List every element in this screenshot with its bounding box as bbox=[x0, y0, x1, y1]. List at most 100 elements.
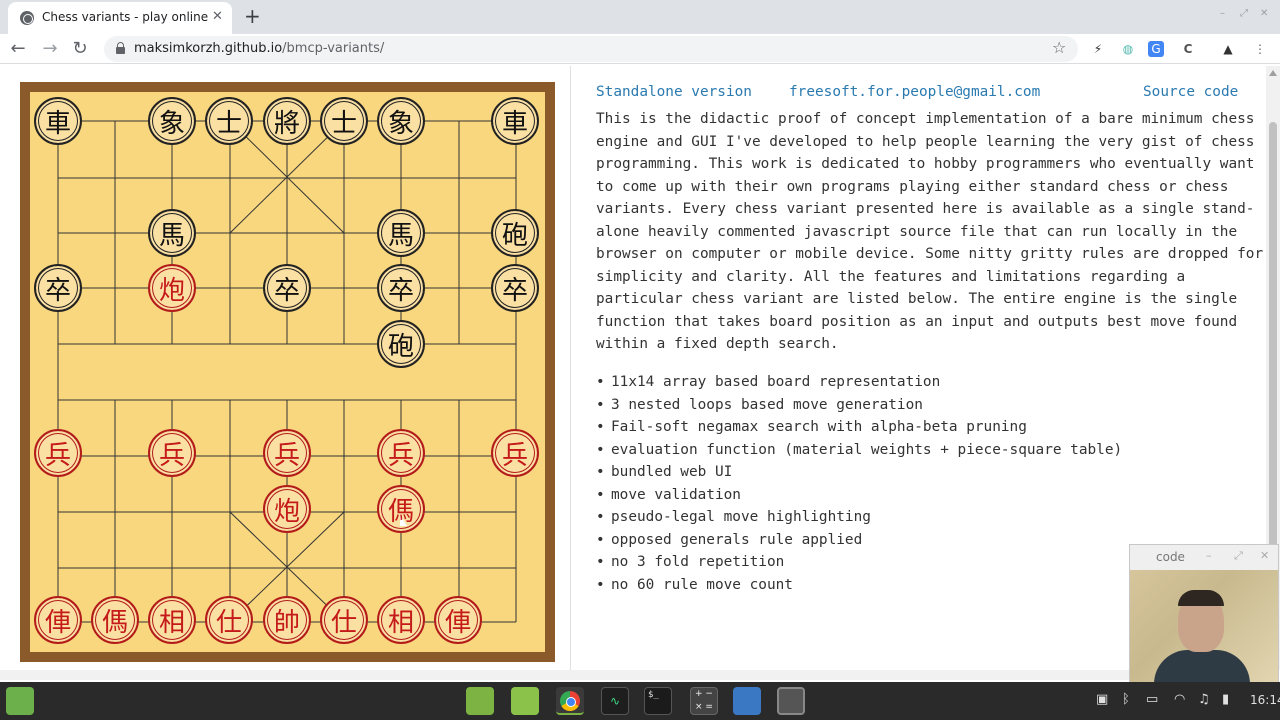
reload-icon[interactable]: ↻ bbox=[70, 38, 90, 59]
bolt-extension-icon[interactable]: ⚡ bbox=[1090, 41, 1106, 57]
camera-icon[interactable] bbox=[733, 687, 761, 715]
battery-icon[interactable]: ▮ bbox=[1222, 692, 1229, 707]
chrome-icon[interactable] bbox=[556, 687, 584, 715]
black-advisor[interactable]: 士 bbox=[205, 97, 253, 145]
forward-icon[interactable]: → bbox=[40, 38, 60, 59]
list-item: 3 nested loops based move generation bbox=[596, 394, 1122, 417]
features-list: 11x14 array based board representation 3… bbox=[596, 371, 1122, 596]
red-cannon[interactable]: 炮 bbox=[148, 264, 196, 312]
xiangqi-board[interactable] bbox=[30, 92, 545, 652]
clock[interactable]: 16:14 bbox=[1250, 693, 1280, 707]
url-text[interactable]: maksimkorzh.github.io/bmcp-variants/ bbox=[134, 41, 384, 56]
list-item: Fail-soft negamax search with alpha-beta… bbox=[596, 416, 1122, 439]
list-item: evaluation function (material weights + … bbox=[596, 439, 1122, 462]
red-elephant[interactable]: 相 bbox=[377, 596, 425, 644]
webcam-title: code bbox=[1156, 550, 1185, 564]
tab-title: Chess variants - play online bbox=[42, 10, 209, 24]
menu-icon[interactable]: ⋮ bbox=[1252, 41, 1268, 57]
tab-bar: Chess variants - play online ✕ + – ⤢ ✕ bbox=[0, 0, 1280, 34]
globe-icon bbox=[20, 11, 34, 25]
webcam-window[interactable]: code – ⤢ ✕ bbox=[1129, 544, 1279, 684]
sound-icon[interactable]: ♫ bbox=[1198, 692, 1210, 707]
red-horse[interactable]: 傌 bbox=[91, 596, 139, 644]
network-icon[interactable]: ◠ bbox=[1174, 692, 1185, 707]
person-hair bbox=[1178, 590, 1224, 606]
black-cannon-selected[interactable]: 砲 bbox=[373, 316, 433, 376]
account-extension-icon[interactable]: ▲ bbox=[1220, 41, 1236, 57]
window-close-icon[interactable]: ✕ bbox=[1260, 8, 1268, 19]
red-soldier[interactable]: 兵 bbox=[148, 429, 196, 477]
maximize-icon[interactable]: ⤢ bbox=[1240, 8, 1248, 19]
red-chariot[interactable]: 俥 bbox=[434, 596, 482, 644]
bookmark-star-icon[interactable]: ☆ bbox=[1052, 38, 1066, 57]
list-item: no 3 fold repetition bbox=[596, 551, 1122, 574]
black-advisor[interactable]: 士 bbox=[320, 97, 368, 145]
web-extension-icon[interactable]: ◍ bbox=[1120, 41, 1136, 57]
black-soldier[interactable]: 卒 bbox=[34, 264, 82, 312]
files-icon[interactable] bbox=[511, 687, 539, 715]
browser-tab[interactable]: Chess variants - play online ✕ bbox=[8, 2, 232, 34]
system-monitor-icon[interactable]: ∿ bbox=[601, 687, 629, 715]
webcam-titlebar[interactable]: code – ⤢ ✕ bbox=[1130, 545, 1278, 570]
black-elephant[interactable]: 象 bbox=[148, 97, 196, 145]
back-icon[interactable]: ← bbox=[8, 38, 28, 59]
minimize-icon[interactable]: – bbox=[1220, 8, 1225, 19]
black-elephant[interactable]: 象 bbox=[377, 97, 425, 145]
red-elephant[interactable]: 相 bbox=[148, 596, 196, 644]
keyboard-layout-flag-icon[interactable]: ▭ bbox=[1146, 692, 1158, 707]
black-chariot[interactable]: 車 bbox=[34, 97, 82, 145]
red-advisor[interactable]: 仕 bbox=[320, 596, 368, 644]
email-link[interactable]: freesoft.for.people@gmail.com bbox=[789, 84, 1040, 100]
list-item: pseudo-legal move highlighting bbox=[596, 506, 1122, 529]
red-soldier[interactable]: 兵 bbox=[491, 429, 539, 477]
black-horse[interactable]: 馬 bbox=[148, 209, 196, 257]
black-soldier[interactable]: 卒 bbox=[377, 264, 425, 312]
list-item: opposed generals rule applied bbox=[596, 529, 1122, 552]
terminal-icon[interactable]: $_ bbox=[644, 687, 672, 715]
black-horse[interactable]: 馬 bbox=[377, 209, 425, 257]
start-menu-icon[interactable] bbox=[6, 687, 34, 715]
scroll-up-arrow-icon[interactable] bbox=[1269, 70, 1277, 76]
red-general[interactable]: 帥 bbox=[263, 596, 311, 644]
source-code-link[interactable]: Source code bbox=[1143, 84, 1238, 100]
webcam-video bbox=[1130, 570, 1278, 684]
new-tab-icon[interactable]: + bbox=[244, 4, 261, 28]
lock-icon bbox=[116, 42, 125, 54]
red-soldier[interactable]: 兵 bbox=[263, 429, 311, 477]
person-shoulders bbox=[1154, 650, 1250, 684]
list-item: bundled web UI bbox=[596, 461, 1122, 484]
description-paragraph: This is the didactic proof of concept im… bbox=[596, 111, 1264, 352]
horizontal-scrollbar[interactable] bbox=[0, 670, 1266, 680]
window-icon[interactable] bbox=[777, 687, 805, 715]
browser-toolbar: ← → ↻ maksimkorzh.github.io/bmcp-variant… bbox=[0, 34, 1280, 64]
standalone-version-link[interactable]: Standalone version bbox=[596, 84, 752, 100]
address-bar[interactable]: maksimkorzh.github.io/bmcp-variants/ ☆ bbox=[104, 36, 1078, 62]
red-soldier[interactable]: 兵 bbox=[34, 429, 82, 477]
black-cannon[interactable]: 砲 bbox=[491, 209, 539, 257]
maximize-icon[interactable]: ⤢ bbox=[1234, 549, 1243, 563]
red-cannon[interactable]: 炮 bbox=[263, 485, 311, 533]
minimize-icon[interactable]: – bbox=[1206, 549, 1212, 562]
red-horse[interactable]: 傌 bbox=[377, 485, 425, 533]
calculator-icon[interactable]: + − × = bbox=[690, 687, 718, 715]
list-item: 11x14 array based board representation bbox=[596, 371, 1122, 394]
red-advisor[interactable]: 仕 bbox=[205, 596, 253, 644]
folder-icon[interactable] bbox=[466, 687, 494, 715]
list-item: move validation bbox=[596, 484, 1122, 507]
close-tab-icon[interactable]: ✕ bbox=[212, 9, 223, 24]
red-chariot[interactable]: 俥 bbox=[34, 596, 82, 644]
taskbar: ∿ $_ + −× = ▣ ᛒ ▭ ◠ ♫ ▮ 16:14 bbox=[0, 682, 1280, 720]
webcam-tray-icon[interactable]: ▣ bbox=[1096, 692, 1108, 707]
black-soldier[interactable]: 卒 bbox=[491, 264, 539, 312]
black-general[interactable]: 將 bbox=[263, 97, 311, 145]
bluetooth-icon[interactable]: ᛒ bbox=[1122, 692, 1130, 707]
list-item: no 60 rule move count bbox=[596, 574, 1122, 597]
black-soldier[interactable]: 卒 bbox=[263, 264, 311, 312]
column-divider bbox=[570, 66, 571, 670]
translate-icon[interactable]: G bbox=[1148, 41, 1164, 57]
red-soldier[interactable]: 兵 bbox=[377, 429, 425, 477]
black-chariot[interactable]: 車 bbox=[491, 97, 539, 145]
extension-icon[interactable]: C bbox=[1180, 41, 1196, 57]
close-icon[interactable]: ✕ bbox=[1260, 549, 1269, 562]
scrollbar-thumb[interactable] bbox=[1269, 122, 1277, 592]
